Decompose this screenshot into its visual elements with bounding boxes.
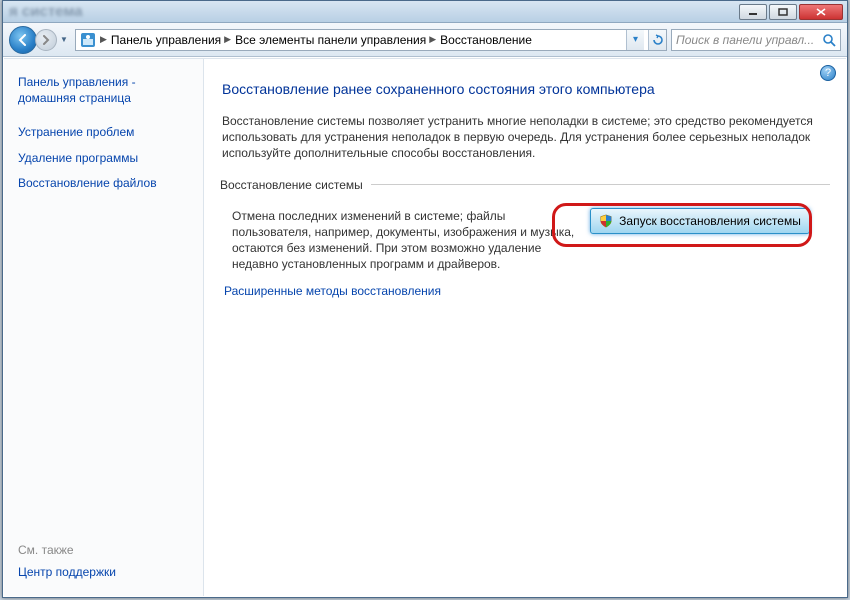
back-button[interactable]	[9, 26, 37, 54]
group-description: Отмена последних изменений в системе; фа…	[232, 208, 576, 273]
search-icon	[822, 33, 836, 47]
refresh-button[interactable]	[648, 30, 666, 50]
uac-shield-icon	[599, 214, 613, 228]
main-panel: ? Восстановление ранее сохраненного сост…	[204, 59, 846, 596]
sidebar-action-center-link[interactable]: Центр поддержки	[18, 565, 193, 581]
search-input[interactable]: Поиск в панели управл...	[671, 29, 841, 51]
address-bar[interactable]: ▶ Панель управления▶ Все элементы панели…	[75, 29, 667, 51]
restore-button-label: Запуск восстановления системы	[619, 214, 801, 228]
advanced-recovery-link[interactable]: Расширенные методы восстановления	[224, 284, 830, 298]
system-restore-button[interactable]: Запуск восстановления системы	[590, 208, 810, 234]
sidebar: Панель управления - домашняя страница Ус…	[4, 59, 204, 596]
arrow-right-icon	[41, 35, 51, 45]
history-dropdown[interactable]: ▼	[57, 30, 71, 50]
refresh-icon	[652, 34, 664, 46]
sidebar-item-file-restore[interactable]: Восстановление файлов	[18, 176, 193, 192]
navbar: ▼ ▶ Панель управления▶ Все элементы пане…	[3, 23, 847, 57]
breadcrumb-sep: ▶	[100, 34, 107, 45]
help-icon[interactable]: ?	[820, 65, 836, 81]
breadcrumb-item[interactable]: Все элементы панели управления▶	[235, 33, 436, 47]
group-title: Восстановление системы	[218, 178, 371, 192]
address-dropdown[interactable]: ▾	[626, 30, 644, 50]
sidebar-home-link[interactable]: Панель управления - домашняя страница	[18, 75, 193, 106]
maximize-button[interactable]	[769, 4, 797, 20]
forward-button[interactable]	[35, 29, 57, 51]
minimize-icon	[748, 8, 758, 16]
sidebar-item-troubleshoot[interactable]: Устранение проблем	[18, 125, 193, 141]
sidebar-item-uninstall[interactable]: Удаление программы	[18, 151, 193, 167]
maximize-icon	[778, 8, 788, 16]
search-placeholder: Поиск в панели управл...	[676, 33, 814, 47]
close-button[interactable]	[799, 4, 843, 20]
titlebar	[3, 1, 847, 23]
breadcrumb-item[interactable]: Панель управления▶	[111, 33, 231, 47]
control-panel-icon	[80, 32, 96, 48]
close-icon	[816, 8, 826, 16]
page-title: Восстановление ранее сохраненного состоя…	[222, 81, 830, 97]
intro-text: Восстановление системы позволяет устрани…	[222, 113, 830, 162]
breadcrumb-item[interactable]: Восстановление	[440, 33, 532, 47]
sidebar-see-also-label: См. также	[18, 543, 193, 557]
system-restore-group: Восстановление системы Отмена последних …	[222, 178, 830, 273]
background-window-title: я система	[9, 3, 83, 20]
arrow-left-icon	[17, 34, 29, 46]
minimize-button[interactable]	[739, 4, 767, 20]
